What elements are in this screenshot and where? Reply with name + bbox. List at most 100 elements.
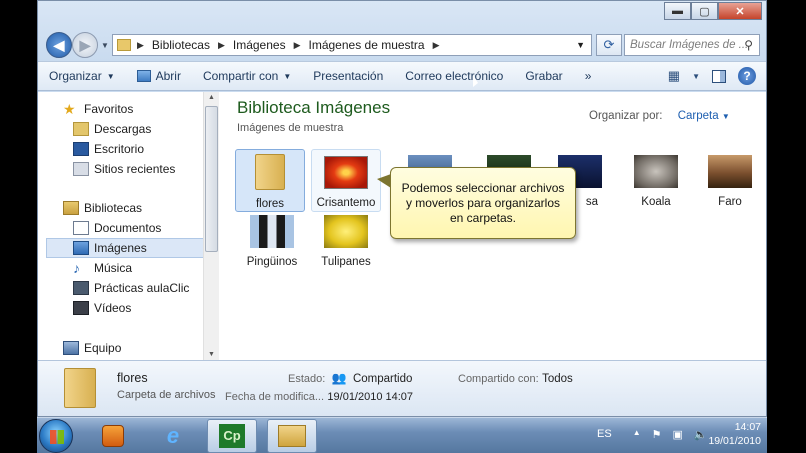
abrir-label: Abrir [155, 69, 181, 83]
item-label: Tulipanes [321, 256, 371, 268]
help-icon[interactable]: ? [738, 67, 756, 85]
nav-label: Descargas [94, 122, 152, 136]
estado-label: Estado: [288, 373, 326, 385]
nav-label: Imágenes [94, 241, 147, 255]
show-hidden-icons-icon[interactable]: ▲ [633, 428, 641, 441]
nav-favoritos[interactable]: ★ Favoritos [63, 102, 133, 116]
nav-bibliotecas[interactable]: Bibliotecas [63, 201, 142, 215]
search-placeholder: Buscar Imágenes de ... [630, 39, 749, 51]
command-bar: Organizar ▼ Abrir Compartir con ▼ Presenta… [38, 61, 766, 91]
nav-videos[interactable]: Vídeos [73, 301, 131, 315]
volume-icon[interactable]: 🔈 [694, 428, 708, 441]
minimize-button[interactable]: ▬ [664, 2, 691, 20]
breadcrumb-separator-icon[interactable]: ▶ [218, 40, 225, 51]
search-input[interactable]: Buscar Imágenes de ... ⚲ [624, 34, 760, 56]
clock[interactable]: 14:07 19/01/2010 [708, 420, 761, 448]
views-icon[interactable]: ▦ [668, 68, 680, 84]
forward-arrow-icon[interactable]: ▶ [72, 32, 98, 58]
more-commands-button[interactable]: » [574, 69, 603, 83]
folder-icon [255, 154, 285, 190]
views-dropdown-icon[interactable]: ▼ [692, 72, 700, 81]
detail-fecha: Fecha de modifica... 19/01/2010 14:07 [225, 389, 413, 403]
breadcrumb-separator-icon[interactable]: ▶ [294, 40, 301, 51]
taskbar: e Cp ES ▲ ⚑ ▣ 🔈 14:07 19/01/2010 [37, 417, 767, 453]
search-icon[interactable]: ⚲ [744, 38, 753, 52]
nav-recientes[interactable]: Sitios recientes [73, 162, 175, 176]
internet-explorer-button[interactable]: e [148, 419, 198, 453]
title-buttons: ▬ ▢ ✕ [664, 2, 762, 20]
nav-escritorio[interactable]: Escritorio [73, 142, 144, 156]
address-dropdown-icon[interactable]: ▼ [576, 40, 585, 50]
nav-label: Vídeos [94, 301, 132, 315]
recent-pages-dropdown-icon[interactable]: ▼ [101, 41, 109, 50]
organizar-label: Organizar [49, 69, 102, 83]
nav-practicas[interactable]: Prácticas aulaClic [73, 281, 189, 295]
breadcrumb-separator-icon[interactable]: ▶ [137, 40, 144, 51]
nav-documentos[interactable]: Documentos [73, 221, 161, 235]
downloads-folder-icon [73, 122, 89, 136]
grabar-button[interactable]: Grabar [514, 69, 573, 83]
nav-imagenes[interactable]: Imágenes [46, 238, 204, 258]
tulips-thumbnail [324, 215, 368, 248]
estado-value: Compartido [352, 373, 413, 385]
music-icon: ♪ [73, 260, 80, 276]
compartido-value: Todos [542, 373, 573, 385]
library-title: Biblioteca Imágenes [237, 98, 391, 117]
scroll-up-icon[interactable]: ▲ [208, 94, 215, 101]
language-indicator[interactable]: ES [597, 428, 612, 441]
nav-scrollbar[interactable]: ▲ ▼ [203, 92, 219, 360]
media-player-button[interactable] [88, 419, 138, 453]
captivate-button[interactable]: Cp [207, 419, 257, 453]
nav-label: Música [94, 261, 133, 275]
view-controls: ▦ ▼ ? [668, 67, 756, 85]
close-button[interactable]: ✕ [718, 2, 762, 20]
item-label: Pingüinos [246, 256, 298, 268]
detail-estado: Estado: 👥 Compartido [288, 371, 412, 385]
image-tulipanes[interactable]: Tulipanes [311, 212, 381, 268]
details-pane: flores Carpeta de archivos Estado: 👥 Com… [38, 360, 766, 416]
folder-flores[interactable]: flores [235, 149, 305, 212]
image-koala[interactable]: Koala [621, 149, 691, 212]
nav-descargas[interactable]: Descargas [73, 122, 151, 136]
network-icon[interactable]: ▣ [672, 428, 682, 441]
explorer-button[interactable] [267, 419, 317, 453]
action-center-flag-icon[interactable]: ⚑ [652, 428, 662, 441]
chevron-down-icon: ▼ [283, 71, 292, 81]
breadcrumb-bibliotecas[interactable]: Bibliotecas [152, 38, 210, 52]
breadcrumb-imagenes-de-muestra[interactable]: Imágenes de muestra [309, 38, 425, 52]
chrysanthemum-thumbnail [324, 156, 368, 189]
detail-compartido: Compartido con: Todos [458, 371, 573, 385]
nav-equipo[interactable]: Equipo [63, 341, 121, 355]
image-crisantemo[interactable]: Crisantemo [311, 149, 381, 212]
back-arrow-icon[interactable]: ◀ [46, 32, 72, 58]
clock-date: 19/01/2010 [708, 435, 761, 447]
address-row: ◀ ▶ ▼ ▶ Bibliotecas ▶ Imágenes ▶ Imágene… [46, 29, 760, 59]
address-bar[interactable]: ▶ Bibliotecas ▶ Imágenes ▶ Imágenes de m… [112, 34, 592, 56]
videos-icon [73, 301, 89, 315]
organizar-button[interactable]: Organizar ▼ [38, 69, 126, 83]
preview-pane-icon[interactable] [712, 69, 726, 83]
compartir-button[interactable]: Compartir con ▼ [192, 69, 302, 83]
computer-icon [63, 341, 79, 355]
scroll-down-icon[interactable]: ▼ [208, 351, 215, 358]
system-tray: ES ▲ ⚑ ▣ 🔈 [597, 428, 708, 441]
correo-button[interactable]: Correo electrónico [394, 69, 514, 83]
maximize-button[interactable]: ▢ [691, 2, 718, 20]
desktop-icon [73, 142, 89, 156]
image-faro[interactable]: Faro [695, 149, 765, 212]
presentacion-button[interactable]: Presentación [302, 69, 394, 83]
image-pinguinos[interactable]: Pingüinos [237, 212, 307, 268]
arrange-dropdown[interactable]: Carpeta ▼ [678, 110, 730, 122]
compartir-label: Compartir con [202, 69, 279, 83]
fecha-value: 19/01/2010 14:07 [327, 391, 414, 403]
recent-places-icon [73, 162, 89, 176]
refresh-icon[interactable]: ⟳ [596, 34, 622, 56]
start-orb-icon[interactable] [39, 419, 73, 453]
scroll-thumb[interactable] [205, 106, 218, 252]
navigation-pane: ★ Favoritos Descargas Escritorio Sitios r… [38, 92, 218, 360]
abrir-button[interactable]: Abrir [126, 69, 192, 83]
breadcrumb-separator-icon[interactable]: ▶ [433, 40, 440, 51]
breadcrumb-imagenes[interactable]: Imágenes [233, 38, 286, 52]
nav-musica[interactable]: ♪ Música [73, 261, 132, 275]
detail-name: flores [117, 371, 148, 385]
